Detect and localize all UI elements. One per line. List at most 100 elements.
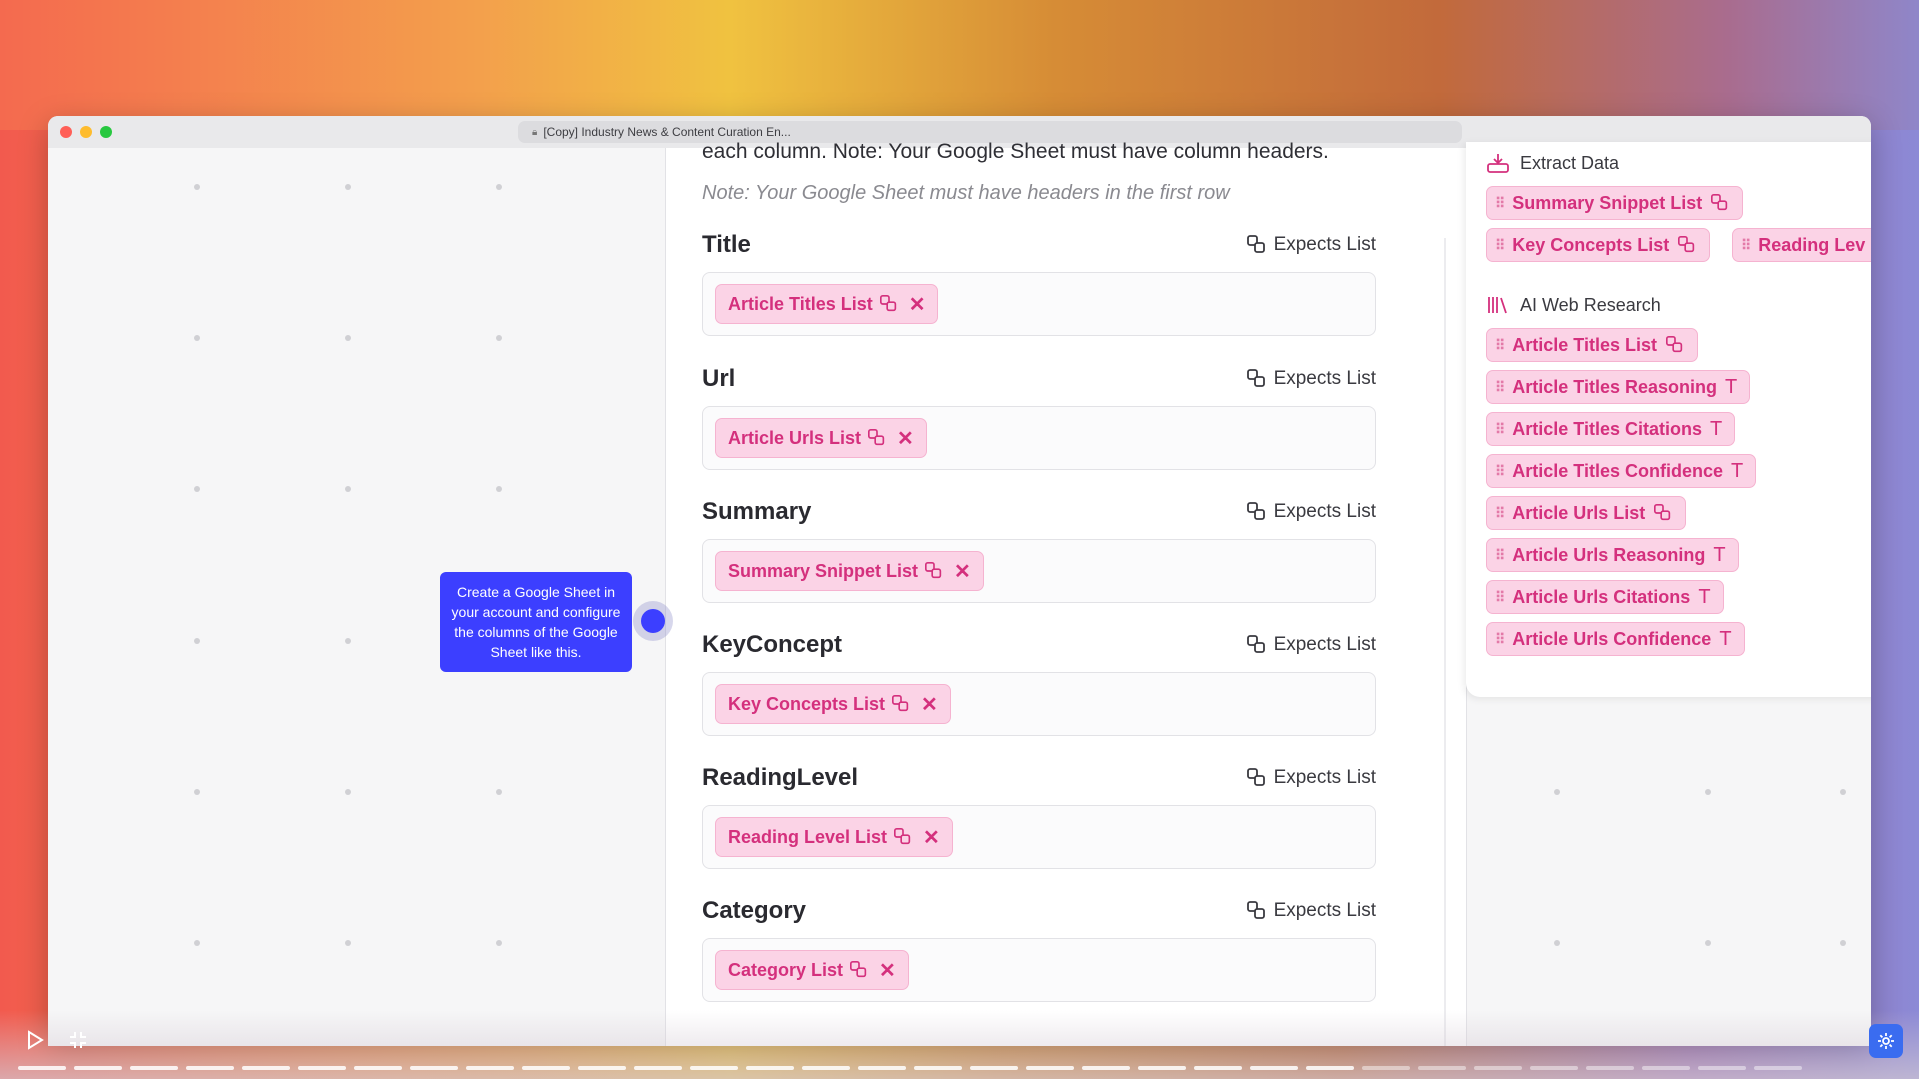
progress-segment[interactable] [298,1066,346,1070]
field-drop-zone[interactable]: Article Titles List ✕ [702,272,1376,336]
progress-segment[interactable] [1194,1066,1242,1070]
maximize-window-button[interactable] [100,126,112,138]
ai-web-research-section-header: AI Web Research [1486,294,1661,316]
workflow-canvas[interactable]: each column. Note: Your Google Sheet mus… [48,140,1871,1046]
chip-label: Article Urls List [728,427,862,448]
drag-handle-icon[interactable]: ⠿ [1495,589,1505,606]
field-drop-zone[interactable]: Key Concepts List ✕ [702,672,1376,736]
close-icon[interactable]: ✕ [909,292,926,317]
variable-chip[interactable]: ⠿ Article Urls Reasoning T [1486,538,1739,572]
progress-segment[interactable] [1418,1066,1466,1070]
progress-segment[interactable] [242,1066,290,1070]
settings-button[interactable] [1869,1024,1903,1058]
drag-handle-icon[interactable]: ⠿ [1495,379,1505,396]
variable-chip[interactable]: Article Urls List ✕ [715,418,927,458]
progress-segment[interactable] [130,1066,178,1070]
expects-list-toggle[interactable]: Expects List [1246,234,1376,256]
drag-handle-icon[interactable]: ⠿ [1741,237,1751,254]
variable-chip[interactable]: ⠿ Article Titles List [1486,328,1698,362]
progress-segment[interactable] [522,1066,570,1070]
drag-handle-icon[interactable]: ⠿ [1495,237,1505,254]
progress-segment[interactable] [1474,1066,1522,1070]
variable-chip[interactable]: ⠿ Article Titles Reasoning T [1486,370,1751,404]
progress-segment[interactable] [1138,1066,1186,1070]
close-icon[interactable]: ✕ [954,559,971,584]
list-icon [1246,635,1265,653]
progress-segment[interactable] [690,1066,738,1070]
progress-segment[interactable] [1530,1066,1578,1070]
variable-chip[interactable]: ⠿ Article Urls Confidence T [1486,622,1745,656]
minimize-window-button[interactable] [80,126,92,138]
expects-list-toggle[interactable]: Expects List [1246,368,1376,390]
drag-handle-icon[interactable]: ⠿ [1495,631,1505,648]
variable-chip[interactable]: ⠿ Summary Snippet List [1486,186,1744,220]
panel-scrollbar[interactable] [1444,238,1446,1046]
expects-list-toggle[interactable]: Expects List [1246,634,1376,656]
drag-handle-icon[interactable]: ⠿ [1495,505,1505,522]
tooltip-text: Create a Google Sheet in your account an… [451,584,621,660]
progress-segment[interactable] [634,1066,682,1070]
progress-segment[interactable] [1026,1066,1074,1070]
field-drop-zone[interactable]: Reading Level List ✕ [702,805,1376,869]
text-type-icon: T [1719,627,1732,650]
close-icon[interactable]: ✕ [879,958,896,983]
guide-hotspot[interactable] [633,601,673,641]
close-icon[interactable]: ✕ [923,825,940,850]
progress-segment[interactable] [1250,1066,1298,1070]
drag-handle-icon[interactable]: ⠿ [1495,463,1505,480]
variable-chip[interactable]: ⠿ Article Urls Citations T [1486,580,1724,614]
variable-chip[interactable]: Category List ✕ [715,950,909,990]
progress-segment[interactable] [1082,1066,1130,1070]
expects-list-toggle[interactable]: Expects List [1246,767,1376,789]
progress-segment[interactable] [914,1066,962,1070]
progress-segment[interactable] [1754,1066,1802,1070]
progress-segment[interactable] [1362,1066,1410,1070]
variable-chip[interactable]: Article Titles List ✕ [715,284,939,324]
close-window-button[interactable] [60,126,72,138]
close-icon[interactable]: ✕ [897,426,914,451]
expects-list-toggle[interactable]: Expects List [1246,900,1376,922]
expects-list-toggle[interactable]: Expects List [1246,501,1376,523]
drag-handle-icon[interactable]: ⠿ [1495,547,1505,564]
play-button[interactable] [26,1030,44,1056]
progress-segment[interactable] [466,1066,514,1070]
progress-segment[interactable] [802,1066,850,1070]
variable-chip[interactable]: Key Concepts List ✕ [715,684,951,724]
progress-segment[interactable] [1306,1066,1354,1070]
field-drop-zone[interactable]: Category List ✕ [702,938,1376,1002]
variable-chip[interactable]: Summary Snippet List ✕ [715,551,984,591]
chip-label: Reading Level List [728,826,888,847]
progress-segment[interactable] [18,1066,66,1070]
progress-segment[interactable] [578,1066,626,1070]
progress-segment[interactable] [74,1066,122,1070]
drag-handle-icon[interactable]: ⠿ [1495,195,1505,212]
variable-chip[interactable]: ⠿ Key Concepts List [1486,228,1711,262]
progress-segment[interactable] [858,1066,906,1070]
variable-chip[interactable]: ⠿ Article Titles Citations T [1486,412,1736,446]
progress-segment[interactable] [970,1066,1018,1070]
field-drop-zone[interactable]: Article Urls List ✕ [702,406,1376,470]
field-label: Url [702,365,736,392]
progress-segment[interactable] [186,1066,234,1070]
progress-segment[interactable] [1642,1066,1690,1070]
field-label: ReadingLevel [702,764,859,791]
drag-handle-icon[interactable]: ⠿ [1495,337,1505,354]
variable-chip[interactable]: Reading Level List ✕ [715,817,953,857]
progress-segment[interactable] [410,1066,458,1070]
close-icon[interactable]: ✕ [921,692,938,717]
minimize-button[interactable] [68,1030,88,1056]
variable-chip[interactable]: ⠿ Article Titles Confidence T [1486,454,1757,488]
progress-track[interactable] [18,1066,1802,1070]
progress-segment[interactable] [1698,1066,1746,1070]
progress-segment[interactable] [746,1066,794,1070]
drag-handle-icon[interactable]: ⠿ [1495,421,1505,438]
grid-dot [194,486,200,492]
variable-chip[interactable]: ⠿ Reading Lev [1732,228,1871,262]
progress-segment[interactable] [1586,1066,1634,1070]
field-drop-zone[interactable]: Summary Snippet List ✕ [702,539,1376,603]
progress-segment[interactable] [354,1066,402,1070]
chip-label: Article Titles Citations [1512,418,1702,439]
field-readinglevel: ReadingLevel Expects List Reading Level … [702,761,1376,869]
variable-chip[interactable]: ⠿ Article Urls List [1486,496,1687,530]
text-type-icon: T [1725,375,1738,398]
